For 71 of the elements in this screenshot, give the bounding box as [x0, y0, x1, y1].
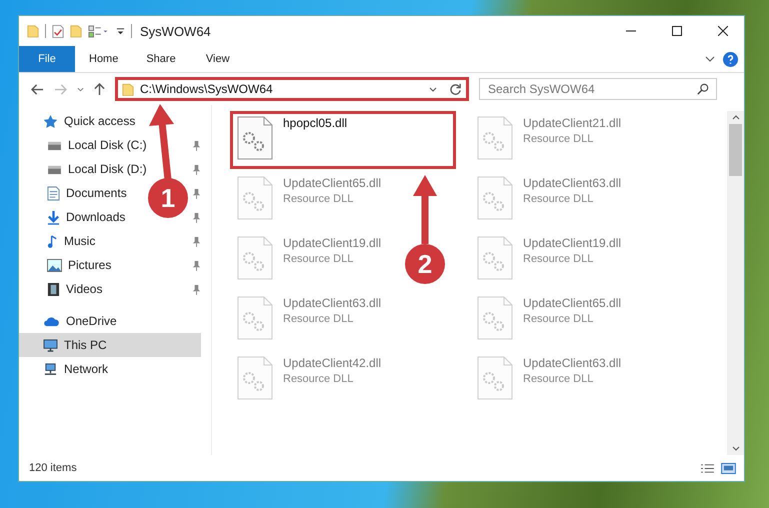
file-item[interactable]: UpdateClient19.dll Resource DLL — [523, 236, 622, 265]
sidebar-item[interactable]: Videos — [19, 277, 102, 301]
document-icon — [47, 186, 60, 200]
folder-icon — [122, 82, 134, 96]
ribbon-tab[interactable]: Home — [75, 46, 132, 72]
up-arrow-icon[interactable] — [94, 82, 105, 96]
recent-locations-icon[interactable] — [77, 86, 84, 92]
refresh-icon[interactable] — [449, 82, 462, 96]
computer-icon — [43, 338, 58, 352]
sidebar-item[interactable]: Quick access — [19, 109, 136, 133]
file-item[interactable]: UpdateClient63.dll Resource DLL — [523, 356, 622, 385]
file-item[interactable]: UpdateClient63.dll Resource DLL — [283, 296, 382, 325]
sidebar-item[interactable]: Music — [19, 229, 96, 253]
details-view-icon[interactable] — [700, 462, 715, 474]
file-item[interactable]: UpdateClient19.dll Resource DLL — [283, 236, 382, 265]
scroll-up-icon[interactable] — [732, 115, 740, 120]
scrollbar-thumb[interactable] — [729, 124, 742, 176]
pin-icon[interactable] — [192, 164, 201, 174]
sidebar-item[interactable]: Pictures — [19, 253, 112, 277]
sidebar-item[interactable]: OneDrive — [19, 309, 117, 333]
file-item[interactable]: UpdateClient65.dll Resource DLL — [283, 176, 382, 205]
help-icon[interactable] — [723, 52, 738, 66]
gear-file-icon[interactable] — [237, 116, 273, 160]
drive-icon — [47, 164, 62, 174]
pin-icon[interactable] — [192, 188, 201, 198]
chevron-down-icon[interactable] — [705, 56, 715, 62]
sidebar-item[interactable]: Network — [19, 357, 108, 381]
film-icon — [47, 282, 60, 296]
drive-icon — [47, 140, 62, 150]
file-item[interactable]: UpdateClient65.dll Resource DLL — [523, 296, 622, 325]
search-icon — [697, 83, 709, 95]
item-count: 120 items — [29, 462, 77, 474]
picture-icon — [47, 258, 62, 272]
file-item[interactable]: UpdateClient63.dll Resource DLL — [523, 176, 622, 205]
pin-icon[interactable] — [192, 212, 201, 222]
pin-icon[interactable] — [192, 260, 201, 270]
large-icons-view-icon[interactable] — [721, 462, 736, 474]
ribbon-tab[interactable]: Share — [132, 46, 190, 72]
sidebar-item[interactable]: Documents — [19, 181, 127, 205]
music-note-icon — [47, 234, 58, 248]
network-icon — [43, 362, 58, 376]
close-icon[interactable] — [718, 26, 728, 36]
pin-icon[interactable] — [192, 140, 201, 150]
address-bar[interactable]: C:\Windows\SysWOW64 — [115, 77, 469, 101]
forward-arrow-icon[interactable] — [54, 84, 67, 94]
ribbon-tab[interactable]: File — [19, 46, 75, 72]
download-arrow-icon — [47, 210, 60, 224]
annotation-arrow — [413, 175, 437, 244]
star-icon — [43, 114, 58, 128]
sidebar-item[interactable]: Local Disk (D:) — [19, 157, 147, 181]
ribbon-tab[interactable]: View — [190, 46, 246, 72]
folder-icon[interactable] — [27, 24, 39, 38]
pin-icon[interactable] — [192, 284, 201, 294]
window-title: SysWOW64 — [140, 24, 211, 38]
file-item[interactable]: UpdateClient42.dll Resource DLL — [283, 356, 382, 385]
sidebar-item[interactable]: Local Disk (C:) — [19, 133, 147, 157]
search-field[interactable]: Search SysWOW64 — [479, 78, 717, 100]
sidebar-item[interactable]: Downloads — [19, 205, 126, 229]
view-options-icon[interactable] — [88, 24, 110, 38]
sidebar-item[interactable]: This PC — [19, 333, 201, 357]
cloud-icon — [43, 316, 60, 326]
back-arrow-icon[interactable] — [31, 84, 44, 94]
customize-toolbar-icon[interactable] — [116, 26, 125, 36]
properties-icon[interactable] — [52, 24, 64, 38]
scroll-down-icon[interactable] — [732, 446, 740, 451]
file-item[interactable]: hpopcl05.dll — [283, 116, 348, 130]
folder-icon[interactable] — [70, 24, 82, 38]
chevron-down-icon[interactable] — [429, 86, 437, 92]
file-item[interactable]: UpdateClient21.dll Resource DLL — [523, 116, 622, 145]
maximize-icon[interactable] — [672, 26, 682, 36]
pin-icon[interactable] — [192, 236, 201, 246]
